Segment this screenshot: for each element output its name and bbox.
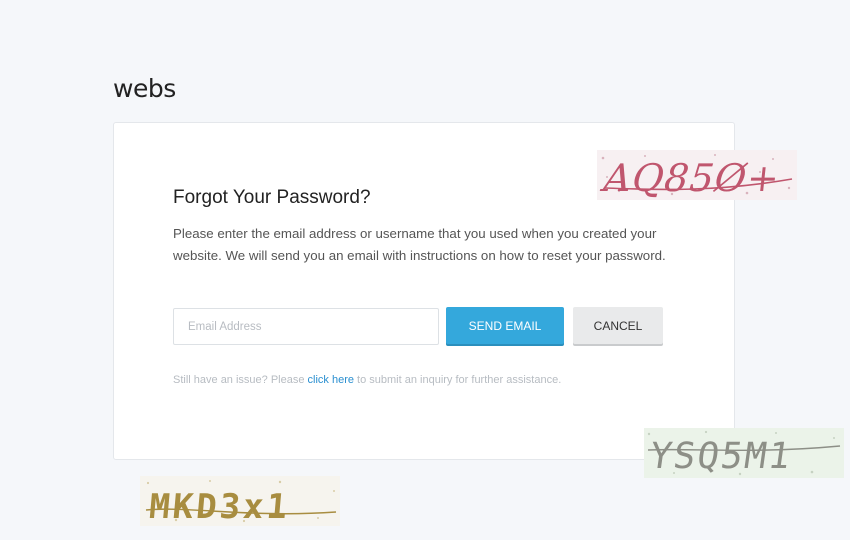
captcha-image: AQ85Ø+	[597, 150, 797, 200]
email-address-input[interactable]	[173, 308, 439, 345]
instructions-text: Please enter the email address or userna…	[173, 226, 666, 263]
help-text: Still have an issue? Please click here t…	[173, 374, 561, 386]
cancel-button[interactable]: CANCEL	[573, 307, 663, 344]
help-suffix: to submit an inquiry for further assista…	[354, 374, 562, 386]
captcha-text: MKD3x1	[148, 487, 292, 526]
captcha-text: YSQ5M1	[647, 434, 795, 477]
send-email-button[interactable]: SEND EMAIL	[446, 307, 564, 344]
page-title: Forgot Your Password?	[173, 187, 371, 208]
help-prefix: Still have an issue? Please	[173, 374, 308, 386]
captcha-image: MKD3x1	[140, 476, 340, 526]
webs-logo: webs	[113, 74, 176, 103]
captcha-image: YSQ5M1	[644, 428, 844, 478]
captcha-text: AQ85Ø+	[599, 156, 783, 200]
click-here-link[interactable]: click here	[308, 374, 354, 386]
